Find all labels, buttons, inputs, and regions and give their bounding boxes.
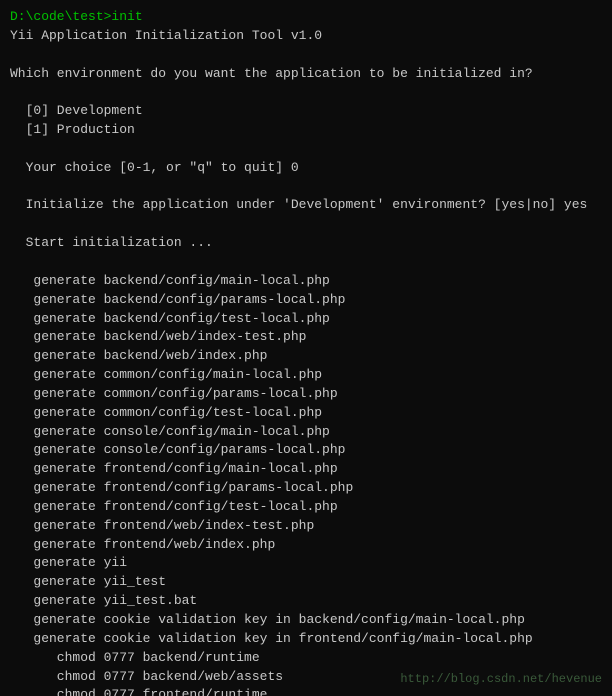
terminal-line: generate cookie validation key in backen… (10, 611, 602, 630)
terminal-line: generate common/config/params-local.php (10, 385, 602, 404)
terminal-line (10, 215, 602, 234)
terminal-line: Yii Application Initialization Tool v1.0 (10, 27, 602, 46)
terminal-line: generate frontend/config/main-local.php (10, 460, 602, 479)
terminal-line: chmod 0777 backend/runtime (10, 649, 602, 668)
terminal-line: [0] Development (10, 102, 602, 121)
terminal-line: generate backend/config/params-local.php (10, 291, 602, 310)
terminal-line (10, 178, 602, 197)
terminal-line: generate yii_test (10, 573, 602, 592)
terminal-line: D:\code\test>init (10, 8, 602, 27)
terminal-line: Which environment do you want the applic… (10, 65, 602, 84)
terminal-line: Your choice [0-1, or "q" to quit] 0 (10, 159, 602, 178)
terminal-line: generate backend/config/main-local.php (10, 272, 602, 291)
terminal-line (10, 140, 602, 159)
terminal-line: chmod 0777 frontend/runtime (10, 686, 602, 696)
terminal-line: generate backend/web/index-test.php (10, 328, 602, 347)
terminal-line: [1] Production (10, 121, 602, 140)
terminal-line: generate console/config/main-local.php (10, 423, 602, 442)
watermark: http://blog.csdn.net/hevenue (400, 672, 602, 686)
terminal-line (10, 46, 602, 65)
terminal-line: generate backend/web/index.php (10, 347, 602, 366)
terminal-line: Initialize the application under 'Develo… (10, 196, 602, 215)
terminal-line: generate cookie validation key in fronte… (10, 630, 602, 649)
terminal-line: generate console/config/params-local.php (10, 441, 602, 460)
terminal-line: generate frontend/config/test-local.php (10, 498, 602, 517)
terminal-line: generate frontend/web/index.php (10, 536, 602, 555)
terminal-line: generate yii (10, 554, 602, 573)
terminal-window: D:\code\test>initYii Application Initial… (0, 0, 612, 696)
terminal-line: generate backend/config/test-local.php (10, 310, 602, 329)
terminal-line: generate yii_test.bat (10, 592, 602, 611)
terminal-line: generate frontend/web/index-test.php (10, 517, 602, 536)
terminal-line (10, 253, 602, 272)
terminal-line (10, 83, 602, 102)
terminal-line: generate frontend/config/params-local.ph… (10, 479, 602, 498)
terminal-line: generate common/config/test-local.php (10, 404, 602, 423)
terminal-line: generate common/config/main-local.php (10, 366, 602, 385)
terminal-line: Start initialization ... (10, 234, 602, 253)
